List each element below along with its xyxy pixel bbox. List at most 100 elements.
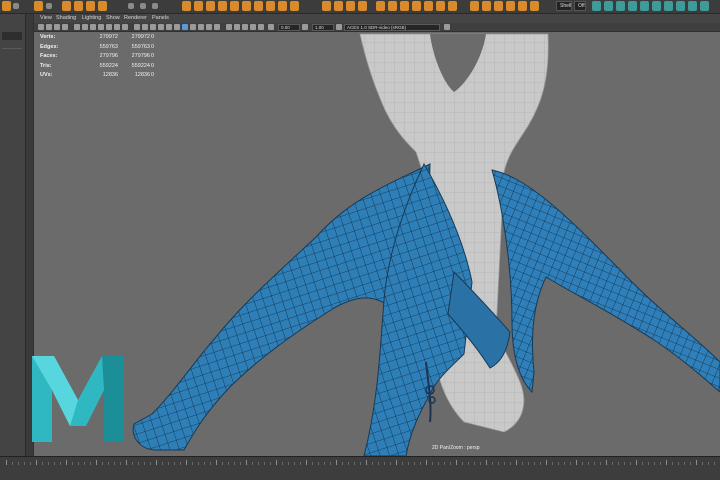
gamma-icon[interactable] xyxy=(302,24,308,30)
uv-tool-icon[interactable] xyxy=(700,1,709,11)
shelf-tool-icon[interactable] xyxy=(376,1,385,11)
chevron-down-icon[interactable] xyxy=(444,24,450,30)
uv-tool-icon[interactable] xyxy=(664,1,673,11)
textured-icon[interactable] xyxy=(166,24,172,30)
grid-icon[interactable] xyxy=(74,24,80,30)
shelf-tool-icon[interactable] xyxy=(218,1,227,11)
shelf-tool-icon[interactable] xyxy=(98,1,107,11)
shelf-tool-icon[interactable] xyxy=(322,1,331,11)
shelf-tool-icon[interactable] xyxy=(448,1,457,11)
gamma-field[interactable]: 1.00 xyxy=(312,24,334,31)
shelf-tool-icon[interactable] xyxy=(290,1,299,11)
xray-joints-icon[interactable] xyxy=(234,24,240,30)
film-gate-icon[interactable] xyxy=(82,24,88,30)
shelf-tool-icon[interactable] xyxy=(266,1,275,11)
uv-tool-icon[interactable] xyxy=(640,1,649,11)
isolate-select-icon[interactable] xyxy=(226,24,232,30)
color-management-icon[interactable] xyxy=(336,24,342,30)
timeline-tick xyxy=(156,460,157,465)
3d-viewport[interactable]: Verts: 279972 279972 0 Edges: 559763 559… xyxy=(34,32,720,456)
grid-toggle-icon[interactable] xyxy=(258,24,264,30)
lights-icon[interactable] xyxy=(174,24,180,30)
field-chart-icon[interactable] xyxy=(106,24,112,30)
menu-panels[interactable]: Panels xyxy=(152,15,169,21)
uv-tool-icon[interactable] xyxy=(616,1,625,11)
camera-icon[interactable] xyxy=(38,24,44,30)
shelf-tool-icon[interactable] xyxy=(152,3,158,9)
camera-attr-icon[interactable] xyxy=(46,24,52,30)
shelf-tool-icon[interactable] xyxy=(388,1,397,11)
smooth-shade-icon[interactable] xyxy=(142,24,148,30)
off-field[interactable]: Off xyxy=(574,1,586,11)
backface-icon[interactable] xyxy=(250,24,256,30)
shelf-tool-icon[interactable] xyxy=(436,1,445,11)
shelf-tool-icon[interactable] xyxy=(206,1,215,11)
character-mesh[interactable] xyxy=(34,32,720,456)
color-space-dropdown[interactable]: ACES 1.0 SDR-video (sRGB) xyxy=(344,24,440,31)
shelf-tool-icon[interactable] xyxy=(13,3,19,9)
timeline-tick xyxy=(264,462,265,465)
ambient-occlusion-icon[interactable] xyxy=(198,24,204,30)
shelf-tool-icon[interactable] xyxy=(412,1,421,11)
shelf-tool-icon[interactable] xyxy=(230,1,239,11)
timeline-tick xyxy=(150,462,151,465)
shelf-tool-icon[interactable] xyxy=(346,1,355,11)
timeline-tick xyxy=(414,462,415,465)
exposure-field[interactable]: 0.00 xyxy=(278,24,300,31)
timeline-tick xyxy=(546,460,547,465)
shelf-tool-icon[interactable] xyxy=(140,3,146,9)
dock-field[interactable] xyxy=(2,32,22,40)
shelf-tool-icon[interactable] xyxy=(34,1,43,11)
shelf-tool-icon[interactable] xyxy=(62,1,71,11)
shelf-tool-icon[interactable] xyxy=(2,1,11,11)
time-slider[interactable] xyxy=(0,456,720,480)
safe-action-icon[interactable] xyxy=(114,24,120,30)
shelf-tool-icon[interactable] xyxy=(518,1,527,11)
shelf-tool-icon[interactable] xyxy=(494,1,503,11)
menu-shading[interactable]: Shading xyxy=(56,15,76,21)
shelf-tool-icon[interactable] xyxy=(470,1,479,11)
depth-of-field-icon[interactable] xyxy=(214,24,220,30)
shadows-icon[interactable] xyxy=(190,24,196,30)
xray-icon[interactable] xyxy=(182,24,188,30)
anti-aliasing-icon[interactable] xyxy=(206,24,212,30)
shelf-tool-icon[interactable] xyxy=(86,1,95,11)
menu-show[interactable]: Show xyxy=(106,15,120,21)
shelf-tool-icon[interactable] xyxy=(358,1,367,11)
exposure-icon[interactable] xyxy=(268,24,274,30)
uv-tool-icon[interactable] xyxy=(652,1,661,11)
menu-renderer[interactable]: Renderer xyxy=(124,15,147,21)
menu-lighting[interactable]: Lighting xyxy=(82,15,101,21)
shelf-tool-icon[interactable] xyxy=(128,3,134,9)
shelf-tool-icon[interactable] xyxy=(334,1,343,11)
bookmark-icon[interactable] xyxy=(54,24,60,30)
safe-title-icon[interactable] xyxy=(122,24,128,30)
uv-tool-icon[interactable] xyxy=(676,1,685,11)
shelf-tool-icon[interactable] xyxy=(482,1,491,11)
resolution-gate-icon[interactable] xyxy=(90,24,96,30)
shelf-tool-icon[interactable] xyxy=(254,1,263,11)
shelf-tool-icon[interactable] xyxy=(74,1,83,11)
shelf-tool-icon[interactable] xyxy=(530,1,539,11)
shelf-tool-icon[interactable] xyxy=(194,1,203,11)
shelf-tool-icon[interactable] xyxy=(424,1,433,11)
uv-tool-icon[interactable] xyxy=(604,1,613,11)
wireframe-on-shaded-icon[interactable] xyxy=(158,24,164,30)
shell-field[interactable]: Shell xyxy=(556,1,572,11)
gate-mask-icon[interactable] xyxy=(98,24,104,30)
uv-tool-icon[interactable] xyxy=(688,1,697,11)
shelf-tool-icon[interactable] xyxy=(46,3,52,9)
shelf-tool-icon[interactable] xyxy=(242,1,251,11)
shelf-tool-icon[interactable] xyxy=(400,1,409,11)
xray-active-icon[interactable] xyxy=(242,24,248,30)
shelf-tool-icon[interactable] xyxy=(506,1,515,11)
menu-view[interactable]: View xyxy=(40,15,52,21)
uv-tool-icon[interactable] xyxy=(628,1,637,11)
uv-tool-icon[interactable] xyxy=(592,1,601,11)
wireframe-icon[interactable] xyxy=(134,24,140,30)
default-material-icon[interactable] xyxy=(150,24,156,30)
timeline-tick xyxy=(366,460,367,465)
image-plane-icon[interactable] xyxy=(62,24,68,30)
shelf-tool-icon[interactable] xyxy=(182,1,191,11)
shelf-tool-icon[interactable] xyxy=(278,1,287,11)
